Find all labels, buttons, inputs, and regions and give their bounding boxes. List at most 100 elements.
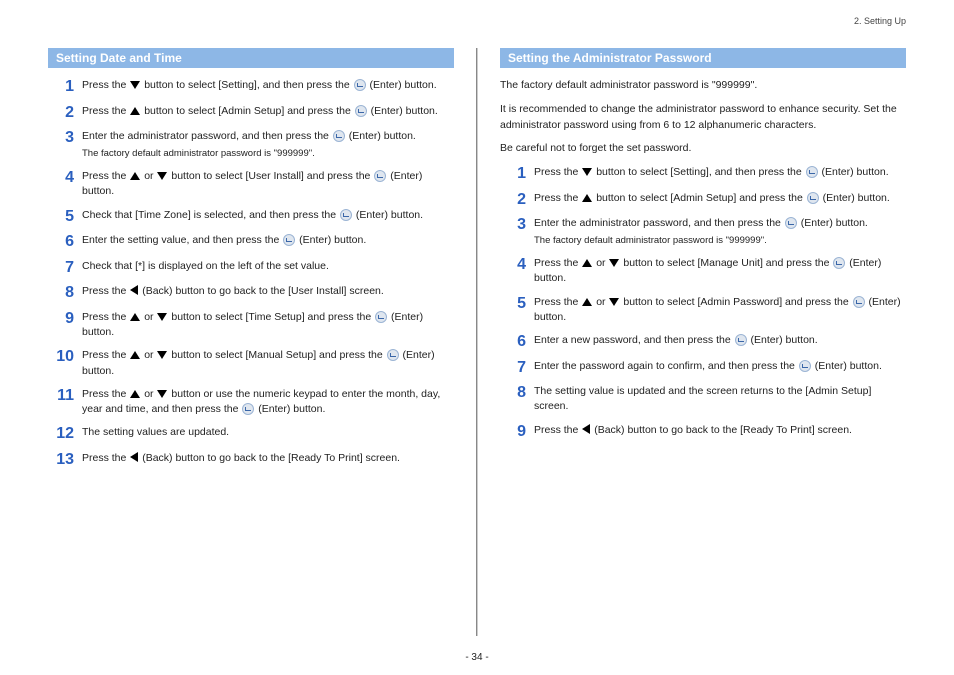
step-note: The factory default administrator passwo… bbox=[82, 147, 454, 161]
step: 8Press the (Back) button to go back to t… bbox=[48, 284, 454, 302]
step-text: Press the or button to select [Manual Se… bbox=[82, 348, 454, 378]
step-text: Press the button to select [Admin Setup]… bbox=[82, 104, 454, 119]
back-arrow-icon bbox=[130, 452, 138, 462]
enter-icon bbox=[374, 170, 386, 182]
enter-icon bbox=[806, 166, 818, 178]
step-text: Press the (Back) button to go back to th… bbox=[82, 451, 454, 466]
step-number: 2 bbox=[48, 104, 82, 122]
step-text: Press the button to select [Setting], an… bbox=[82, 78, 454, 93]
step: 11Press the or button or use the numeric… bbox=[48, 387, 454, 417]
step-text: Press the or button to select [Time Setu… bbox=[82, 310, 454, 340]
step: 6Enter a new password, and then press th… bbox=[500, 333, 906, 351]
down-arrow-icon bbox=[609, 259, 619, 267]
enter-icon bbox=[242, 403, 254, 415]
step: 5Check that [Time Zone] is selected, and… bbox=[48, 208, 454, 226]
step-text: Press the or button to select [User Inst… bbox=[82, 169, 454, 199]
step-number: 11 bbox=[48, 387, 82, 405]
step-text: Enter the password again to confirm, and… bbox=[534, 359, 906, 374]
step-text: Press the or button to select [Manage Un… bbox=[534, 256, 906, 286]
step-text: Enter a new password, and then press the… bbox=[534, 333, 906, 348]
up-arrow-icon bbox=[582, 194, 592, 202]
step-text: Enter the setting value, and then press … bbox=[82, 233, 454, 248]
up-arrow-icon bbox=[130, 390, 140, 398]
step-text: Press the (Back) button to go back to th… bbox=[82, 284, 454, 299]
down-arrow-icon bbox=[157, 390, 167, 398]
step-number: 5 bbox=[48, 208, 82, 226]
step: 13Press the (Back) button to go back to … bbox=[48, 451, 454, 469]
step: 8The setting value is updated and the sc… bbox=[500, 384, 906, 414]
section-title-left: Setting Date and Time bbox=[48, 48, 454, 68]
up-arrow-icon bbox=[130, 313, 140, 321]
step-number: 8 bbox=[48, 284, 82, 302]
step-text: Press the button to select [Setting], an… bbox=[534, 165, 906, 180]
enter-icon bbox=[375, 311, 387, 323]
down-arrow-icon bbox=[609, 298, 619, 306]
section-title-right: Setting the Administrator Password bbox=[500, 48, 906, 68]
step-text: The setting value is updated and the scr… bbox=[534, 384, 906, 414]
step-text: The setting values are updated. bbox=[82, 425, 454, 440]
step-number: 7 bbox=[48, 259, 82, 277]
up-arrow-icon bbox=[582, 259, 592, 267]
step-number: 13 bbox=[48, 451, 82, 469]
step: 10Press the or button to select [Manual … bbox=[48, 348, 454, 378]
step-note: The factory default administrator passwo… bbox=[534, 234, 906, 248]
step-number: 9 bbox=[48, 310, 82, 328]
step-text: Press the or button or use the numeric k… bbox=[82, 387, 454, 417]
intro-paragraph: Be careful not to forget the set passwor… bbox=[500, 141, 906, 157]
step-number: 3 bbox=[500, 216, 534, 234]
intro-right: The factory default administrator passwo… bbox=[500, 78, 906, 157]
enter-icon bbox=[833, 257, 845, 269]
up-arrow-icon bbox=[130, 172, 140, 180]
steps-right: 1Press the button to select [Setting], a… bbox=[500, 165, 906, 440]
step-text: Press the button to select [Admin Setup]… bbox=[534, 191, 906, 206]
up-arrow-icon bbox=[130, 351, 140, 359]
step: 4Press the or button to select [Manage U… bbox=[500, 256, 906, 286]
enter-icon bbox=[355, 105, 367, 117]
step-number: 9 bbox=[500, 423, 534, 441]
columns: Setting Date and Time 1Press the button … bbox=[48, 48, 906, 636]
step-text: Press the (Back) button to go back to th… bbox=[534, 423, 906, 438]
enter-icon bbox=[333, 130, 345, 142]
step-number: 4 bbox=[48, 169, 82, 187]
step: 3Enter the administrator password, and t… bbox=[48, 129, 454, 161]
step: 3Enter the administrator password, and t… bbox=[500, 216, 906, 248]
step-text: Check that [*] is displayed on the left … bbox=[82, 259, 454, 274]
column-left: Setting Date and Time 1Press the button … bbox=[48, 48, 476, 636]
step: 7Enter the password again to confirm, an… bbox=[500, 359, 906, 377]
intro-paragraph: It is recommended to change the administ… bbox=[500, 102, 906, 134]
step: 1Press the button to select [Setting], a… bbox=[500, 165, 906, 183]
step-number: 12 bbox=[48, 425, 82, 443]
step: 7Check that [*] is displayed on the left… bbox=[48, 259, 454, 277]
step: 2Press the button to select [Admin Setup… bbox=[500, 191, 906, 209]
step-number: 5 bbox=[500, 295, 534, 313]
step-number: 3 bbox=[48, 129, 82, 147]
back-arrow-icon bbox=[130, 285, 138, 295]
intro-paragraph: The factory default administrator passwo… bbox=[500, 78, 906, 94]
steps-left: 1Press the button to select [Setting], a… bbox=[48, 78, 454, 468]
step: 12The setting values are updated. bbox=[48, 425, 454, 443]
step-number: 1 bbox=[48, 78, 82, 96]
step-text: Check that [Time Zone] is selected, and … bbox=[82, 208, 454, 223]
down-arrow-icon bbox=[157, 351, 167, 359]
enter-icon bbox=[799, 360, 811, 372]
enter-icon bbox=[807, 192, 819, 204]
step: 9Press the or button to select [Time Set… bbox=[48, 310, 454, 340]
back-arrow-icon bbox=[582, 424, 590, 434]
up-arrow-icon bbox=[582, 298, 592, 306]
down-arrow-icon bbox=[157, 313, 167, 321]
enter-icon bbox=[735, 334, 747, 346]
step-number: 2 bbox=[500, 191, 534, 209]
breadcrumb: 2. Setting Up bbox=[854, 16, 906, 26]
step-number: 6 bbox=[500, 333, 534, 351]
enter-icon bbox=[785, 217, 797, 229]
step-number: 10 bbox=[48, 348, 82, 366]
up-arrow-icon bbox=[130, 107, 140, 115]
enter-icon bbox=[283, 234, 295, 246]
enter-icon bbox=[340, 209, 352, 221]
page: 2. Setting Up Setting Date and Time 1Pre… bbox=[0, 0, 954, 675]
step-text: Press the or button to select [Admin Pas… bbox=[534, 295, 906, 325]
step: 9Press the (Back) button to go back to t… bbox=[500, 423, 906, 441]
step: 4Press the or button to select [User Ins… bbox=[48, 169, 454, 199]
step-number: 4 bbox=[500, 256, 534, 274]
step: 2Press the button to select [Admin Setup… bbox=[48, 104, 454, 122]
